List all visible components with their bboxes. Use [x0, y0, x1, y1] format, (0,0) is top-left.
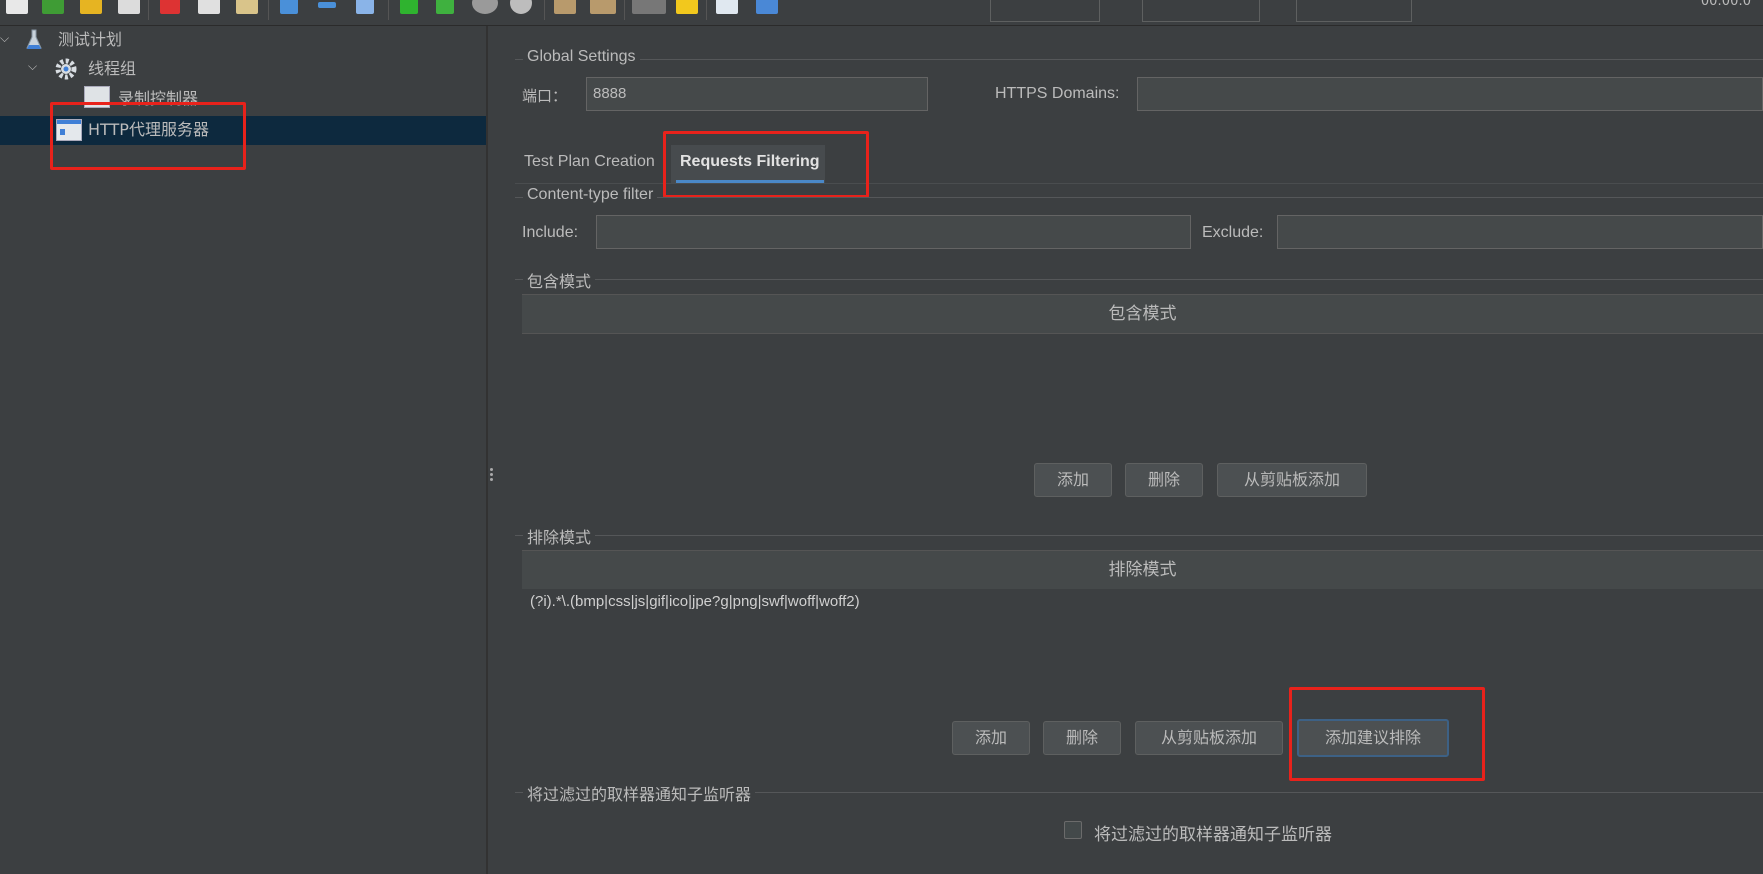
exclude-patterns-column-header[interactable]: 排除模式	[522, 550, 1763, 590]
drag-handle-icon[interactable]	[490, 466, 496, 488]
exclude-field[interactable]	[1277, 215, 1763, 249]
exclude-patterns-legend: 排除模式	[523, 524, 596, 548]
paste-icon[interactable]	[236, 0, 258, 14]
tab-test-plan-creation[interactable]: Test Plan Creation	[524, 153, 655, 171]
search-icon[interactable]	[632, 0, 666, 14]
toggle-icon[interactable]	[356, 0, 374, 14]
toolbar-separator	[624, 0, 625, 20]
gear-icon	[54, 57, 78, 81]
toolbar-separator	[268, 0, 269, 20]
notify-child-listeners-label[interactable]: 将过滤过的取样器通知子监听器	[1094, 820, 1332, 845]
split-pane-divider[interactable]	[486, 26, 488, 874]
notify-section-legend: 将过滤过的取样器通知子监听器	[523, 781, 756, 805]
table-row[interactable]: (?i).*\.(bmp|css|js|gif|ico|jpe?g|png|sw…	[522, 589, 1763, 619]
section-border	[515, 279, 1763, 280]
include-patterns-column-header[interactable]: 包含模式	[522, 294, 1763, 334]
https-domains-field[interactable]	[1137, 77, 1763, 111]
notify-child-listeners-checkbox[interactable]	[1064, 821, 1082, 839]
global-settings-legend: Global Settings	[523, 48, 640, 66]
red-highlight-box	[663, 131, 869, 198]
tree-item-thread-group[interactable]: 线程组	[88, 55, 136, 83]
collapse-icon[interactable]	[318, 2, 336, 8]
start-no-pause-icon[interactable]	[436, 0, 454, 14]
chevron-down-icon[interactable]: ⌵	[0, 31, 9, 46]
top-button-remnant	[1142, 0, 1260, 22]
save-icon[interactable]	[118, 0, 140, 14]
port-field[interactable]: 8888	[586, 77, 928, 111]
reset-search-icon[interactable]	[676, 0, 698, 14]
exclude-add-button[interactable]: 添加	[952, 721, 1030, 755]
section-border	[515, 59, 1763, 60]
test-plan-tree: ⌵ 测试计划 ⌵ 线程组 录制控制器 HTTP代理服务器	[0, 26, 486, 874]
shutdown-icon[interactable]	[510, 0, 532, 14]
include-patterns-table[interactable]	[522, 333, 1763, 453]
test-plan-icon	[26, 29, 42, 51]
exclude-add-from-clipboard-button[interactable]: 从剪贴板添加	[1135, 721, 1283, 755]
new-icon[interactable]	[6, 0, 28, 14]
include-field[interactable]	[596, 215, 1191, 249]
include-add-from-clipboard-button[interactable]: 从剪贴板添加	[1217, 463, 1367, 497]
chevron-down-icon[interactable]: ⌵	[28, 59, 37, 74]
port-label: 端口：	[522, 88, 568, 105]
toolbar-separator	[388, 0, 389, 20]
exclude-pattern-cell[interactable]: (?i).*\.(bmp|css|js|gif|ico|jpe?g|png|sw…	[530, 593, 860, 610]
stop-icon[interactable]	[472, 0, 498, 14]
cut-icon[interactable]	[160, 0, 180, 14]
clear-icon[interactable]	[554, 0, 576, 14]
section-border	[515, 535, 1763, 536]
toolbar-separator	[148, 0, 149, 20]
clear-all-icon[interactable]	[590, 0, 616, 14]
toolbar-separator	[544, 0, 545, 20]
include-delete-button[interactable]: 删除	[1125, 463, 1203, 497]
exclude-label: Exclude:	[1202, 224, 1264, 241]
copy-icon[interactable]	[198, 0, 220, 14]
top-button-remnant	[1296, 0, 1412, 22]
red-highlight-box	[1289, 687, 1485, 781]
https-domains-label: HTTPS Domains:	[995, 85, 1120, 102]
toolbar-separator	[706, 0, 707, 20]
top-button-remnant	[990, 0, 1100, 22]
templates-icon[interactable]	[42, 0, 64, 14]
content-type-filter-legend: Content-type filter	[523, 186, 658, 204]
elapsed-timer: 00:00:0	[1700, 0, 1751, 9]
red-highlight-box	[50, 102, 246, 170]
include-add-button[interactable]: 添加	[1034, 463, 1112, 497]
help-icon[interactable]	[756, 0, 778, 14]
function-helper-icon[interactable]	[716, 0, 738, 14]
section-border	[515, 197, 1763, 198]
include-patterns-legend: 包含模式	[523, 268, 596, 292]
open-folder-icon[interactable]	[80, 0, 102, 14]
toolbar: 00:00:0	[0, 0, 1763, 26]
tree-item-test-plan[interactable]: 测试计划	[58, 26, 122, 54]
expand-icon[interactable]	[280, 0, 298, 14]
exclude-delete-button[interactable]: 删除	[1043, 721, 1121, 755]
include-label: Include:	[522, 224, 579, 241]
start-icon[interactable]	[400, 0, 418, 14]
